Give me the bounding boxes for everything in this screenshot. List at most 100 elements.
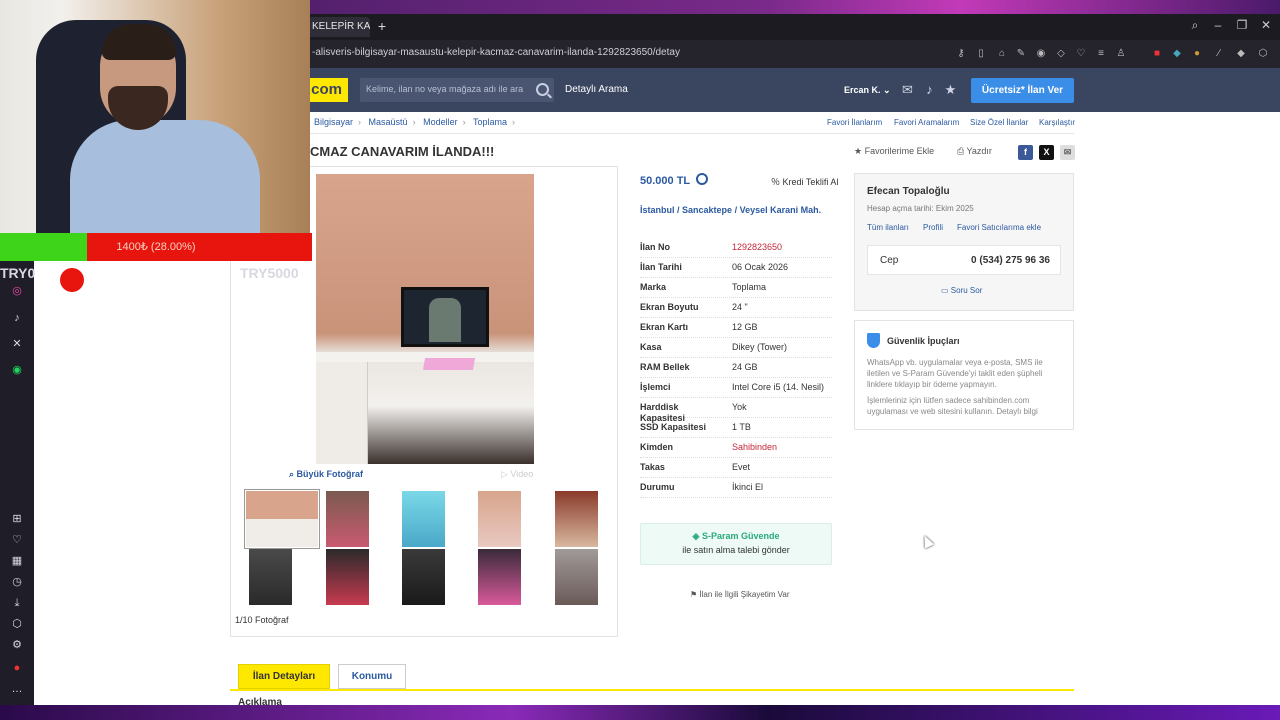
sparam-button[interactable]: ◈ S-Param Güvende ile satın alma talebi … <box>640 523 832 565</box>
add-favorite-link[interactable]: ★ Favorilerime Ekle <box>854 146 934 157</box>
extension-blue-icon[interactable]: ◆ <box>1170 47 1184 61</box>
breadcrumb-item[interactable]: Bilgisayar <box>314 117 353 127</box>
tiktok-icon[interactable]: ♪ <box>9 310 25 326</box>
safety-text[interactable]: İşlemleriniz için lütfen sadece sahibind… <box>867 395 1063 417</box>
extension-pen-icon[interactable]: ∕ <box>1212 47 1226 61</box>
breadcrumb-item[interactable]: Modeller <box>423 117 458 127</box>
search-tabs-icon[interactable]: ⌕ <box>1186 18 1204 33</box>
seller-all-ads-link[interactable]: Tüm ilanları <box>867 223 909 232</box>
thumbnail[interactable] <box>478 491 521 547</box>
settings-icon[interactable]: ⚙ <box>9 637 25 653</box>
stats-icon[interactable]: ▦ <box>9 553 25 569</box>
advanced-search-link[interactable]: Detaylı Arama <box>565 84 628 95</box>
listing-price: 50.000 TL <box>640 175 691 187</box>
price-history-icon[interactable] <box>696 173 708 185</box>
history-icon[interactable]: ◷ <box>9 574 25 590</box>
location-city[interactable]: İstanbul <box>640 205 675 215</box>
new-tab-icon[interactable]: + <box>375 19 389 33</box>
compare-link[interactable]: Karşılaştır <box>1039 118 1075 127</box>
seller-profile-link[interactable]: Profili <box>923 223 943 232</box>
favorites-icon[interactable]: ♡ <box>9 532 25 548</box>
phone-number[interactable]: 0 (534) 275 96 36 <box>971 255 1050 266</box>
menu-icon[interactable]: ≡ <box>1094 47 1108 61</box>
download-icon[interactable]: ⤓ <box>9 595 25 611</box>
url-text[interactable]: -alisveris-bilgisayar-masaustu-kelepir-k… <box>312 47 680 58</box>
divider <box>230 133 1074 134</box>
email-share-icon[interactable]: ✉ <box>1060 145 1075 160</box>
spec-value: 12 GB <box>732 322 758 332</box>
user-menu[interactable]: Ercan K. ⌄ <box>844 85 891 96</box>
thumbnail[interactable] <box>244 489 320 549</box>
search-icon[interactable] <box>536 83 549 96</box>
spec-value: Sahibinden <box>732 442 778 452</box>
translate-icon[interactable]: ⌂ <box>995 47 1009 61</box>
spec-key: İşlemci <box>640 382 671 392</box>
thumbnail[interactable] <box>326 549 369 605</box>
breadcrumb-item[interactable]: Toplama <box>473 117 507 127</box>
browser-tab[interactable]: KELEPİR KAÇM <box>308 17 370 37</box>
extension-diamond-icon[interactable]: ◆ <box>1234 47 1248 61</box>
minimize-icon[interactable]: – <box>1209 18 1227 32</box>
thumbnail[interactable] <box>326 491 369 547</box>
spec-value: Intel Core i5 (14. Nesil) <box>732 382 825 392</box>
box-icon[interactable]: ⬡ <box>9 616 25 632</box>
donation-logo-icon <box>60 268 84 292</box>
favorites-star-icon[interactable]: ★ <box>943 82 958 97</box>
special-ads-link[interactable]: Size Özel İlanlar <box>970 118 1028 127</box>
post-ad-button[interactable]: Ücretsiz* İlan Ver <box>971 78 1074 103</box>
location-neighborhood[interactable]: Veysel Karani Mah. <box>740 205 822 215</box>
complaint-link[interactable]: ⚑ İlan ile İlgili Şikayetim Var <box>690 590 790 599</box>
search-input[interactable]: Kelime, ilan no veya mağaza adı ile ara <box>360 78 554 102</box>
big-photo-link[interactable]: ⌕ Büyük Fotoğraf <box>289 469 363 480</box>
main-photo[interactable] <box>316 174 534 464</box>
favorite-seller-link[interactable]: Favori Satıcılarıma ekle <box>957 223 1041 232</box>
spec-row: SSD Kapasitesi 1 TB <box>640 418 832 438</box>
thumbnail[interactable] <box>249 549 292 605</box>
thumbnail[interactable] <box>555 549 598 605</box>
location-district[interactable]: Sancaktepe <box>682 205 732 215</box>
heart-icon[interactable]: ♡ <box>1074 47 1088 61</box>
restore-icon[interactable]: ❐ <box>1233 18 1251 32</box>
print-link[interactable]: ⎙ Yazdır <box>957 146 992 157</box>
close-icon[interactable]: ✕ <box>1257 18 1275 32</box>
wallpaper-bottom <box>0 705 1280 720</box>
phone-box: Cep 0 (534) 275 96 36 <box>867 245 1061 275</box>
more-icon[interactable]: … <box>9 681 25 697</box>
fav-searches-link[interactable]: Favori Aramalarım <box>894 118 959 127</box>
site-logo[interactable]: .com <box>304 78 348 102</box>
camera-icon[interactable]: ◉ <box>1034 47 1048 61</box>
credit-offer-link[interactable]: ％ Kredi Teklifi Al <box>771 175 838 188</box>
x-icon[interactable]: ✕ <box>9 336 25 352</box>
tab-listing-details[interactable]: İlan Detayları <box>238 664 330 689</box>
extension-red-icon[interactable]: ■ <box>1150 47 1164 61</box>
x-share-icon[interactable]: X <box>1039 145 1054 160</box>
spotify-icon[interactable]: ◉ <box>9 362 25 378</box>
profile-icon[interactable]: ♙ <box>1114 47 1128 61</box>
extensions-icon[interactable]: ⬡ <box>1256 47 1270 61</box>
shield-ext-icon[interactable]: ◇ <box>1054 47 1068 61</box>
facebook-icon[interactable]: f <box>1018 145 1033 160</box>
spec-row: Takas Evet <box>640 458 832 478</box>
record-icon[interactable]: ● <box>9 660 25 676</box>
spec-row: Harddisk Kapasitesi Yok <box>640 398 832 423</box>
seller-name[interactable]: Efecan Topaloğlu <box>867 186 950 197</box>
notifications-icon[interactable]: ♪ <box>922 82 937 97</box>
fav-ads-link[interactable]: Favori İlanlarım <box>827 118 882 127</box>
key-icon[interactable]: ⚷ <box>954 47 968 61</box>
thumbnail[interactable] <box>402 491 445 547</box>
ask-question-link[interactable]: ▭ Soru Sor <box>941 286 982 295</box>
thumbnail[interactable] <box>478 549 521 605</box>
thumbnail[interactable] <box>555 491 598 547</box>
description-heading: Açıklama <box>238 697 282 705</box>
instagram-icon[interactable]: ◎ <box>9 283 25 299</box>
edit-icon[interactable]: ✎ <box>1014 47 1028 61</box>
webcam-person-hair <box>102 24 176 60</box>
breadcrumb-item[interactable]: Masaüstü <box>369 117 408 127</box>
apps-icon[interactable]: ⊞ <box>9 511 25 527</box>
reader-icon[interactable]: ▯ <box>974 47 988 61</box>
tab-location[interactable]: Konumu <box>338 664 406 689</box>
extension-brown-icon[interactable]: ● <box>1190 47 1204 61</box>
thumbnail[interactable] <box>402 549 445 605</box>
messages-icon[interactable]: ✉ <box>900 82 915 97</box>
spec-row: Marka Toplama <box>640 278 832 298</box>
